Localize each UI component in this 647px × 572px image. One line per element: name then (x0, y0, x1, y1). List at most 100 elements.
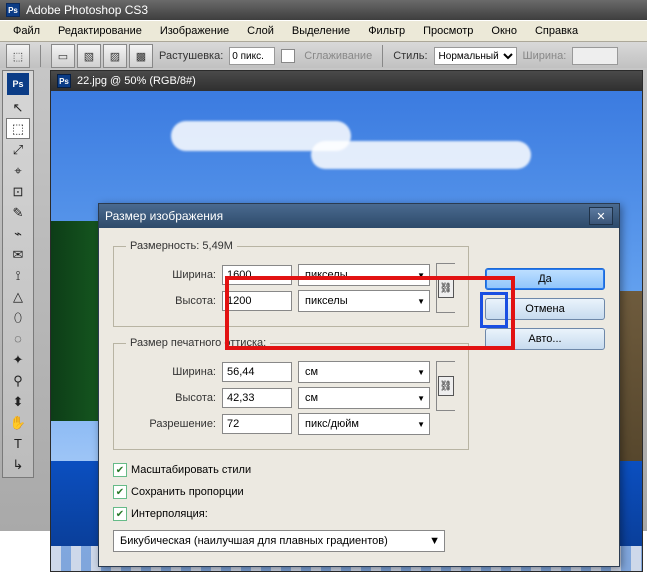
antialias-label: Сглаживание (304, 50, 372, 62)
menubar: Файл Редактирование Изображение Слой Выд… (0, 20, 647, 42)
tool-dodge[interactable]: ⚲ (6, 370, 30, 391)
current-tool-icon[interactable]: ⬚ (6, 44, 30, 68)
tool-move[interactable]: ↖ (6, 97, 30, 118)
px-height-input[interactable] (222, 291, 292, 311)
close-button[interactable]: ✕ (589, 207, 613, 225)
sel-mode-add[interactable]: ▧ (77, 44, 101, 68)
constrain-row: ✔ Сохранить пропорции (113, 482, 605, 502)
menu-edit[interactable]: Редактирование (49, 23, 151, 39)
dialog-titlebar[interactable]: Размер изображения ✕ (99, 204, 619, 228)
ok-button[interactable]: Да (485, 268, 605, 290)
print-size-group: Размер печатного оттиска: Ширина: см▼ Вы… (113, 337, 469, 450)
cancel-button[interactable]: Отмена (485, 298, 605, 320)
print-width-unit[interactable]: см▼ (298, 361, 430, 383)
tool-brush[interactable]: ✉ (6, 244, 30, 265)
tool-hand[interactable]: ✋ (6, 412, 30, 433)
tool-type[interactable]: T (6, 433, 30, 454)
tool-crop[interactable]: ⊡ (6, 181, 30, 202)
chevron-down-icon: ▼ (417, 368, 425, 377)
tool-pen[interactable]: ⬍ (6, 391, 30, 412)
fixed-width-input[interactable] (572, 47, 618, 65)
resolution-input[interactable] (222, 414, 292, 434)
workspace: Ps ↖ ⬚ ⤢ ⌖ ⊡ ✎ ⌁ ✉ ⟟ △ ⬯ ◌ ✦ ⚲ ⬍ ✋ T ↳ P… (0, 68, 647, 531)
px-link-bracket: ⛓ (436, 263, 455, 313)
tool-lasso[interactable]: ⤢ (6, 139, 30, 160)
auto-button[interactable]: Авто... (485, 328, 605, 350)
dialog-button-column: Да Отмена Авто... (485, 268, 605, 350)
sel-mode-sub[interactable]: ▨ (103, 44, 127, 68)
constrain-checkbox[interactable]: ✔ (113, 485, 127, 499)
scale-styles-checkbox[interactable]: ✔ (113, 463, 127, 477)
px-height-label: Высота: (126, 295, 216, 307)
chevron-down-icon: ▼ (417, 394, 425, 403)
chevron-down-icon: ▼ (417, 420, 425, 429)
print-height-input[interactable] (222, 388, 292, 408)
feather-input[interactable] (229, 47, 275, 65)
style-label: Стиль: (393, 50, 427, 62)
tool-history-brush[interactable]: △ (6, 286, 30, 307)
chain-icon[interactable]: ⛓ (438, 278, 454, 298)
menu-select[interactable]: Выделение (283, 23, 359, 39)
tool-stamp[interactable]: ⟟ (6, 265, 30, 286)
px-width-input[interactable] (222, 265, 292, 285)
menu-layer[interactable]: Слой (238, 23, 283, 39)
selection-mode-group: ▭ ▧ ▨ ▩ (51, 44, 153, 68)
image-cloud (311, 141, 531, 169)
app-icon: Ps (6, 3, 20, 17)
close-icon: ✕ (596, 210, 605, 223)
print-height-label: Высота: (126, 392, 216, 404)
dialog-body: Да Отмена Авто... Размерность: 5,49M Шир… (99, 228, 619, 566)
document-title: 22.jpg @ 50% (RGB/8#) (77, 75, 196, 87)
style-select[interactable]: Нормальный (434, 47, 517, 65)
toolbox: Ps ↖ ⬚ ⤢ ⌖ ⊡ ✎ ⌁ ✉ ⟟ △ ⬯ ◌ ✦ ⚲ ⬍ ✋ T ↳ (2, 70, 34, 478)
toolbox-logo: Ps (7, 73, 29, 95)
menu-help[interactable]: Справка (526, 23, 587, 39)
image-size-dialog: Размер изображения ✕ Да Отмена Авто... Р… (98, 203, 620, 567)
fixed-width-label: Ширина: (523, 50, 567, 62)
app-title: Adobe Photoshop CS3 (26, 3, 148, 17)
menu-filter[interactable]: Фильтр (359, 23, 414, 39)
menu-image[interactable]: Изображение (151, 23, 238, 39)
tool-marquee[interactable]: ⬚ (6, 118, 30, 139)
print-height-unit[interactable]: см▼ (298, 387, 430, 409)
tool-blur[interactable]: ✦ (6, 349, 30, 370)
print-width-label: Ширина: (126, 366, 216, 378)
feather-label: Растушевка: (159, 50, 223, 62)
chevron-down-icon: ▼ (417, 297, 425, 306)
app-titlebar: Ps Adobe Photoshop CS3 (0, 0, 647, 20)
resolution-unit[interactable]: пикс/дюйм▼ (298, 413, 430, 435)
menu-view[interactable]: Просмотр (414, 23, 482, 39)
print-size-legend: Размер печатного оттиска: (126, 337, 270, 349)
interp-method-select[interactable]: Бикубическая (наилучшая для плавных град… (113, 530, 445, 552)
interp-checkbox[interactable]: ✔ (113, 507, 127, 521)
constrain-label: Сохранить пропорции (131, 486, 244, 498)
px-width-label: Ширина: (126, 269, 216, 281)
tool-eraser[interactable]: ⬯ (6, 307, 30, 328)
pixel-dimensions-group: Размерность: 5,49M Ширина: пикселы▼ Высо… (113, 240, 469, 327)
dialog-title: Размер изображения (105, 209, 223, 223)
chain-icon[interactable]: ⛓ (438, 376, 454, 396)
antialias-checkbox[interactable] (281, 49, 295, 63)
tool-path[interactable]: ↳ (6, 454, 30, 475)
resolution-label: Разрешение: (126, 418, 216, 430)
document-icon: Ps (57, 74, 71, 88)
document-titlebar[interactable]: Ps 22.jpg @ 50% (RGB/8#) (51, 71, 642, 91)
tool-wand[interactable]: ⌖ (6, 160, 30, 181)
sel-mode-new[interactable]: ▭ (51, 44, 75, 68)
options-bar: ⬚ ▭ ▧ ▨ ▩ Растушевка: Сглаживание Стиль:… (0, 42, 647, 71)
sel-mode-int[interactable]: ▩ (129, 44, 153, 68)
tool-heal[interactable]: ⌁ (6, 223, 30, 244)
px-width-unit[interactable]: пикселы▼ (298, 264, 430, 286)
chevron-down-icon: ▼ (429, 535, 440, 547)
print-link-bracket: ⛓ (436, 361, 455, 411)
separator (382, 45, 383, 67)
tool-slice[interactable]: ✎ (6, 202, 30, 223)
px-height-unit[interactable]: пикселы▼ (298, 290, 430, 312)
menu-window[interactable]: Окно (482, 23, 526, 39)
menu-file[interactable]: Файл (4, 23, 49, 39)
separator (40, 45, 41, 67)
print-width-input[interactable] (222, 362, 292, 382)
scale-styles-row: ✔ Масштабировать стили (113, 460, 605, 480)
tool-gradient[interactable]: ◌ (6, 328, 30, 349)
interp-label: Интерполяция: (131, 508, 208, 520)
